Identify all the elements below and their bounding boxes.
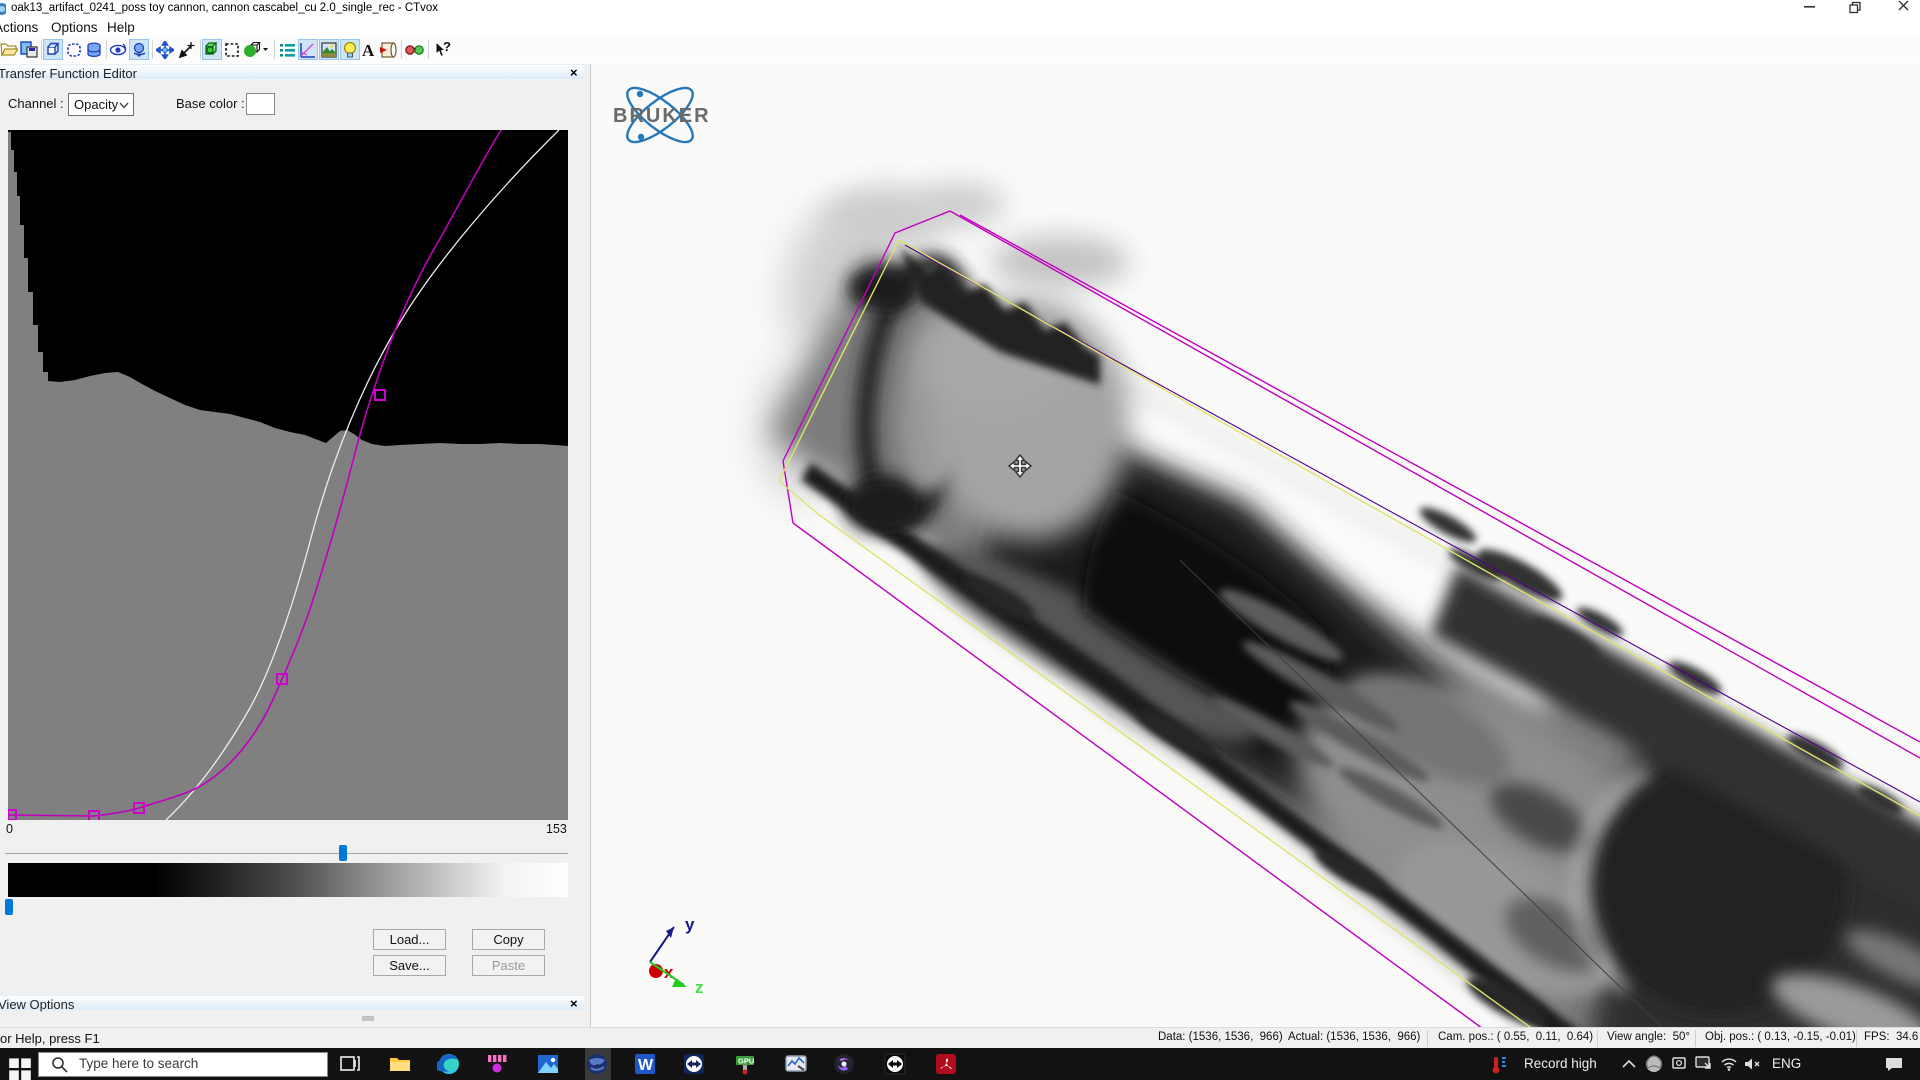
svg-text:GPU: GPU <box>738 1057 754 1066</box>
svg-text:BRUKER: BRUKER <box>613 105 711 127</box>
svg-text:?: ? <box>443 41 451 54</box>
svg-text:z: z <box>695 978 704 997</box>
svg-text:W: W <box>638 1057 654 1074</box>
svg-text:y: y <box>685 915 695 934</box>
svg-text:A: A <box>362 41 375 59</box>
